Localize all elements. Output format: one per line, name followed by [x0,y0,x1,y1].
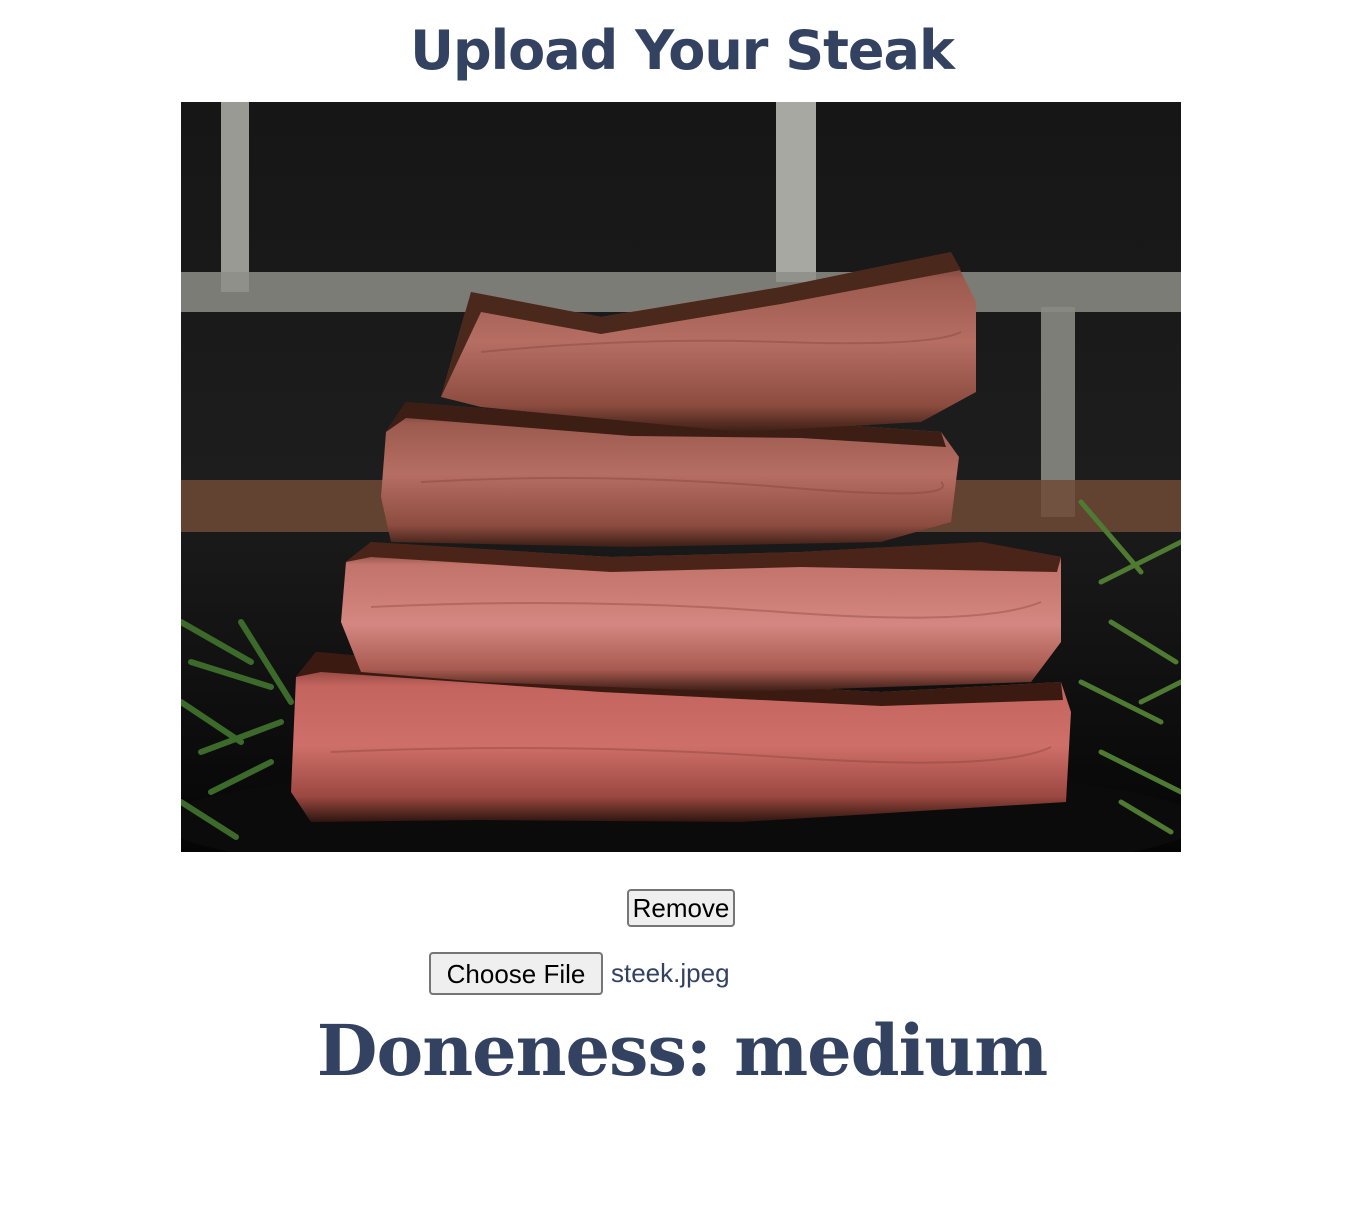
steak-preview-image [181,102,1181,852]
selected-file-name: steek.jpeg [611,958,730,988]
page-title: Upload Your Steak [410,19,955,82]
remove-button[interactable]: Remove [627,889,735,927]
choose-file-button[interactable]: Choose File [429,952,603,995]
doneness-result: Doneness: medium [316,1009,1048,1092]
file-input[interactable]: Choose File steek.jpeg [429,952,730,995]
